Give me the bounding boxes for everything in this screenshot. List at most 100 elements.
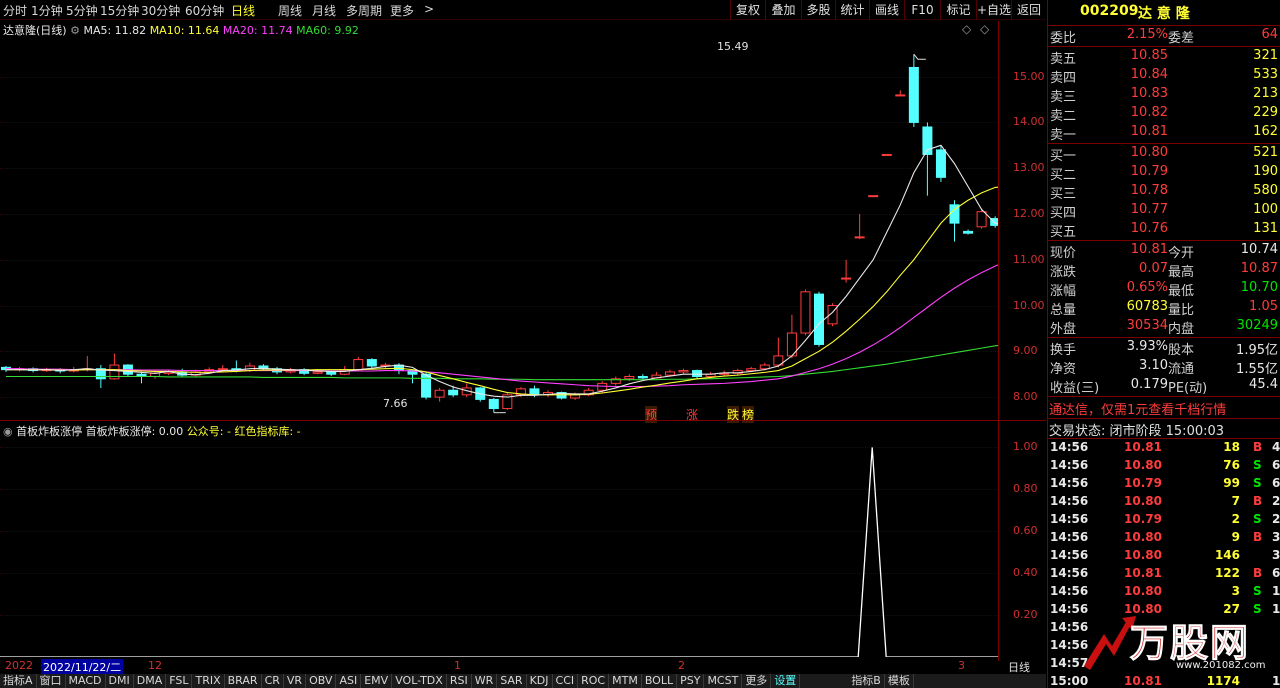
indicator-tab[interactable]: VOL-TDX — [392, 674, 447, 688]
candle-body[interactable] — [421, 373, 432, 398]
tick-row[interactable]: 14:56 10.80 3 S 1 — [1048, 584, 1280, 602]
indicator-tab[interactable]: MTM — [609, 674, 642, 688]
candle-body[interactable] — [881, 153, 892, 156]
tick-row[interactable]: 14:56 10.79 99 S 6 — [1048, 476, 1280, 494]
candle-body[interactable] — [488, 398, 499, 410]
candle-body[interactable] — [841, 277, 852, 280]
candlestick-chart[interactable] — [0, 40, 998, 420]
candle-body[interactable] — [854, 236, 865, 239]
indicator-tab[interactable]: 指标A — [0, 674, 37, 688]
indicator-tab[interactable]: 更多 — [742, 674, 772, 688]
candle-body[interactable] — [217, 368, 228, 371]
indicator-tab[interactable]: BRAR — [225, 674, 262, 688]
bids-row[interactable]: 买四 10.77 100 — [1048, 202, 1280, 221]
indicator-tab[interactable]: 模板 — [885, 674, 914, 688]
mark-button[interactable]: 标记 — [940, 0, 976, 20]
bids-row[interactable]: 买二 10.79 190 — [1048, 164, 1280, 183]
indicator-tab[interactable]: 窗口 — [37, 674, 66, 688]
candle-body[interactable] — [366, 359, 377, 367]
candle-body[interactable] — [529, 388, 540, 396]
indicator-tab[interactable]: BOLL — [642, 674, 678, 688]
candle-body[interactable] — [353, 359, 364, 371]
indicator-tab[interactable]: MCST — [704, 674, 743, 688]
multi-stock-button[interactable]: 多股 — [801, 0, 835, 20]
indicator-tab[interactable]: FSL — [166, 674, 193, 688]
statistics-button[interactable]: 统计 — [835, 0, 869, 20]
indicator-tab[interactable]: EMV — [361, 674, 393, 688]
period-tab-active[interactable]: 日线 — [231, 2, 255, 19]
indicator-tab[interactable]: ROC — [578, 674, 610, 688]
indicator-tab[interactable]: KDJ — [527, 674, 553, 688]
candle-body[interactable] — [746, 368, 757, 372]
back-button[interactable]: 返回 — [1011, 0, 1046, 20]
restore-right-button[interactable]: 复权 — [730, 0, 765, 20]
asks-row[interactable]: 卖五 10.85 321 — [1048, 48, 1280, 67]
candle-body[interactable] — [963, 230, 974, 234]
period-tab[interactable]: 周线 — [278, 2, 302, 19]
tick-row[interactable]: 14:56 10.80 76 S 6 — [1048, 458, 1280, 476]
candle-body[interactable] — [868, 195, 879, 198]
candle-body[interactable] — [976, 211, 987, 228]
indicator-tab[interactable]: ASI — [336, 674, 362, 688]
asks-row[interactable]: 卖三 10.83 213 — [1048, 86, 1280, 105]
candle-body[interactable] — [448, 389, 459, 396]
candle-body[interactable] — [434, 389, 445, 398]
indicator-tab[interactable]: DMA — [134, 674, 167, 688]
tick-row[interactable]: 14:56 10.80 7 B 2 — [1048, 494, 1280, 512]
bids-row[interactable]: 买一 10.80 521 — [1048, 145, 1280, 164]
draw-line-button[interactable]: 画线 — [869, 0, 904, 20]
candle-body[interactable] — [312, 371, 323, 374]
period-tab[interactable]: 5分钟 — [66, 2, 98, 19]
period-tab[interactable]: 30分钟 — [141, 2, 180, 19]
asks-row[interactable]: 卖二 10.82 229 — [1048, 105, 1280, 124]
indicator-tab[interactable]: 指标B — [848, 674, 885, 688]
indicator-tab[interactable]: SAR — [497, 674, 527, 688]
period-tab[interactable]: 1分钟 — [31, 2, 63, 19]
tick-row[interactable]: 14:56 10.80 146 3 — [1048, 548, 1280, 566]
candle-body[interactable] — [814, 293, 824, 345]
indicator-tab[interactable]: RSI — [447, 674, 472, 688]
candle-body[interactable] — [908, 66, 919, 123]
diamond-icon[interactable]: ◇ — [962, 22, 971, 36]
indicator-tab[interactable]: PSY — [677, 674, 705, 688]
f10-button[interactable]: F10 — [904, 0, 940, 20]
candle-body[interactable] — [692, 370, 703, 378]
period-tab[interactable]: 分时 — [3, 2, 27, 19]
period-tab[interactable]: 60分钟 — [185, 2, 224, 19]
indicator-tab[interactable]: MACD — [66, 674, 106, 688]
period-tab[interactable]: 月线 — [312, 2, 336, 19]
add-watchlist-button[interactable]: +自选 — [976, 0, 1011, 20]
indicator-chart[interactable] — [0, 437, 998, 657]
indicator-tab[interactable]: TRIX — [192, 674, 225, 688]
asks-row[interactable]: 卖四 10.84 533 — [1048, 67, 1280, 86]
period-tab[interactable]: 更多 — [390, 2, 414, 19]
candle-body[interactable] — [637, 376, 648, 379]
period-tab[interactable]: 15分钟 — [100, 2, 139, 19]
indicator-tab[interactable]: CR — [262, 674, 284, 688]
indicator-tab[interactable]: VR — [284, 674, 307, 688]
tick-row[interactable]: 14:56 10.80 9 B 3 — [1048, 530, 1280, 548]
tick-row[interactable]: 14:56 10.79 2 S 2 — [1048, 512, 1280, 530]
overlay-button[interactable]: 叠加 — [765, 0, 801, 20]
asks-row[interactable]: 卖一 10.81 162 — [1048, 124, 1280, 143]
period-tab[interactable]: 多周期 — [346, 2, 382, 19]
candle-body[interactable] — [759, 364, 770, 370]
indicator-tab[interactable]: 设置 — [771, 674, 801, 688]
candle-body[interactable] — [326, 371, 337, 375]
bids-row[interactable]: 买三 10.78 580 — [1048, 183, 1280, 202]
candle-body[interactable] — [895, 94, 906, 97]
candle-body[interactable] — [624, 376, 635, 380]
candle-body[interactable] — [678, 370, 689, 373]
indicator-tab[interactable]: WR — [472, 674, 498, 688]
tick-row[interactable]: 14:56 10.81 18 B 4 — [1048, 440, 1280, 458]
candle-body[interactable] — [664, 371, 675, 376]
tick-row[interactable]: 15:00 10.81 1174 104 — [1048, 674, 1280, 688]
bids-row[interactable]: 买五 10.76 131 — [1048, 221, 1280, 240]
period-indicator[interactable]: 日线 — [1008, 659, 1030, 675]
indicator-tab[interactable]: CCI — [553, 674, 579, 688]
candle-body[interactable] — [935, 149, 946, 178]
candle-body[interactable] — [800, 291, 811, 334]
more-arrow[interactable]: > — [424, 2, 434, 16]
candle-body[interactable] — [597, 382, 608, 391]
ad-banner[interactable]: 通达信，仅需1元查看千档行情 — [1049, 399, 1226, 418]
